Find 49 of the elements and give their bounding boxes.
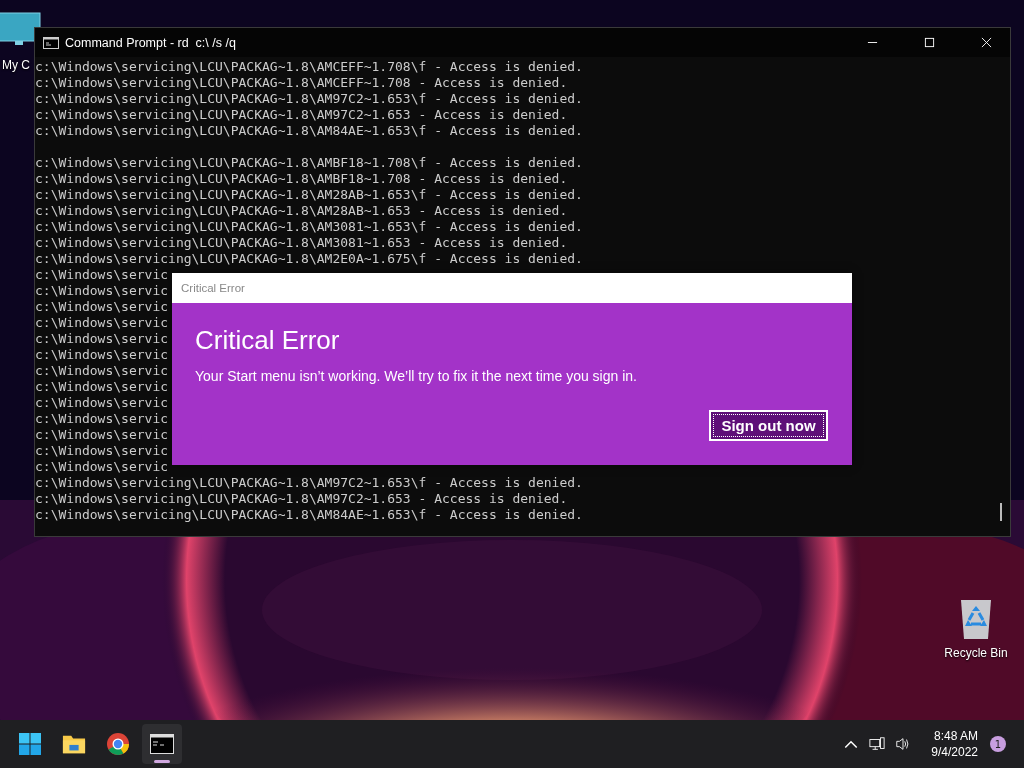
scrollbar-thumb[interactable] <box>1000 503 1002 521</box>
console-line: c:\Windows\servicing\LCU\PACKAG~1.8\AM2E0A~1.675\f - Access is denied. <box>35 251 583 267</box>
console-line: c:\Windows\servic <box>35 347 169 363</box>
console-line: c:\Windows\servicing\LCU\PACKAG~1.8\AM84AE~1.653\f - Access is denied. <box>35 123 583 139</box>
console-line: c:\Windows\servic <box>35 299 169 315</box>
icon-label[interactable]: Recycle Bin <box>944 646 1008 660</box>
console-line: c:\Windows\servicing\LCU\PACKAG~1.8\AMBF18~1.708 - Access is denied. <box>35 171 568 187</box>
console-line: c:\Windows\servicing\LCU\PACKAG~1.8\AM97C2~1.653\f - Access is denied. <box>35 475 583 491</box>
console-line: c:\Windows\servic <box>35 331 169 347</box>
console-line: c:\Windows\servicing\LCU\PACKAG~1.8\AM97C2~1.653 - Access is denied. <box>35 491 568 507</box>
console-line: c:\Windows\servicing\LCU\PACKAG~1.8\AM28AB~1.653\f - Access is denied. <box>35 187 583 203</box>
dialog-title: Critical Error <box>181 282 245 294</box>
icon-label[interactable]: My C <box>2 58 30 72</box>
console-line: c:\Windows\servic <box>35 267 169 283</box>
console-line: c:\Windows\servicing\LCU\PACKAG~1.8\AMCEFF~1.708 - Access is denied. <box>35 75 568 91</box>
console-line: c:\Windows\servic <box>35 411 169 427</box>
clock-time: 8:48 AM <box>933 728 978 744</box>
console-line: c:\Windows\servicing\LCU\PACKAG~1.8\AM28AB~1.653 - Access is denied. <box>35 203 568 219</box>
console-line: c:\Windows\servic <box>35 379 169 395</box>
console-line: c:\Windows\servic <box>35 395 169 411</box>
console-line: c:\Windows\servicing\LCU\PACKAG~1.8\AM97C2~1.653\f - Access is denied. <box>35 91 583 107</box>
console-line: c:\Windows\servicing\LCU\PACKAG~1.8\AM84AE~1.653\f - Access is denied. <box>35 507 583 523</box>
console-line: c:\Windows\servicing\LCU\PACKAG~1.8\AMCEFF~1.708\f - Access is denied. <box>35 59 583 75</box>
monitor-icon[interactable] <box>0 12 41 46</box>
window-title: Command Prompt - rd c:\ /s /q <box>65 35 236 50</box>
clock-date: 9/4/2022 <box>931 744 978 760</box>
windows-logo-icon <box>18 732 42 756</box>
console-line: c:\Windows\servic <box>35 363 169 379</box>
console-line: c:\Windows\servicing\LCU\PACKAG~1.8\AM97C2~1.653 - Access is denied. <box>35 107 568 123</box>
network-icon[interactable] <box>869 736 886 752</box>
taskbar-button[interactable] <box>142 724 182 764</box>
close-icon[interactable] <box>981 37 992 48</box>
console-icon <box>43 36 59 49</box>
sign-out-button[interactable]: Sign out now <box>709 410 828 441</box>
clock[interactable]: 8:48 AM 9/4/2022 <box>931 728 978 760</box>
console-icon <box>150 732 174 756</box>
console-line: c:\Windows\servicing\LCU\PACKAG~1.8\AM3081~1.653\f - Access is denied. <box>35 219 583 235</box>
console-line: c:\Windows\servic <box>35 283 169 299</box>
console-line: c:\Windows\servicing\LCU\PACKAG~1.8\AMBF18~1.708\f - Access is denied. <box>35 155 583 171</box>
console-line: c:\Windows\servic <box>35 315 169 331</box>
maximize-icon[interactable] <box>924 37 935 48</box>
console-line: c:\Windows\servic <box>35 459 169 475</box>
dialog-message: Your Start menu isn’t working. We’ll try to fix it the next time you sign in. <box>195 368 638 384</box>
console-line: c:\Windows\servicing\LCU\PACKAG~1.8\AM3081~1.653 - Access is denied. <box>35 235 568 251</box>
console-line: c:\Windows\servic <box>35 427 169 443</box>
browser-icon <box>106 732 130 756</box>
dialog-heading: Critical Error <box>195 325 341 356</box>
notification-badge[interactable]: 1 <box>990 736 1006 752</box>
console-line: c:\Windows\servic <box>35 443 169 459</box>
